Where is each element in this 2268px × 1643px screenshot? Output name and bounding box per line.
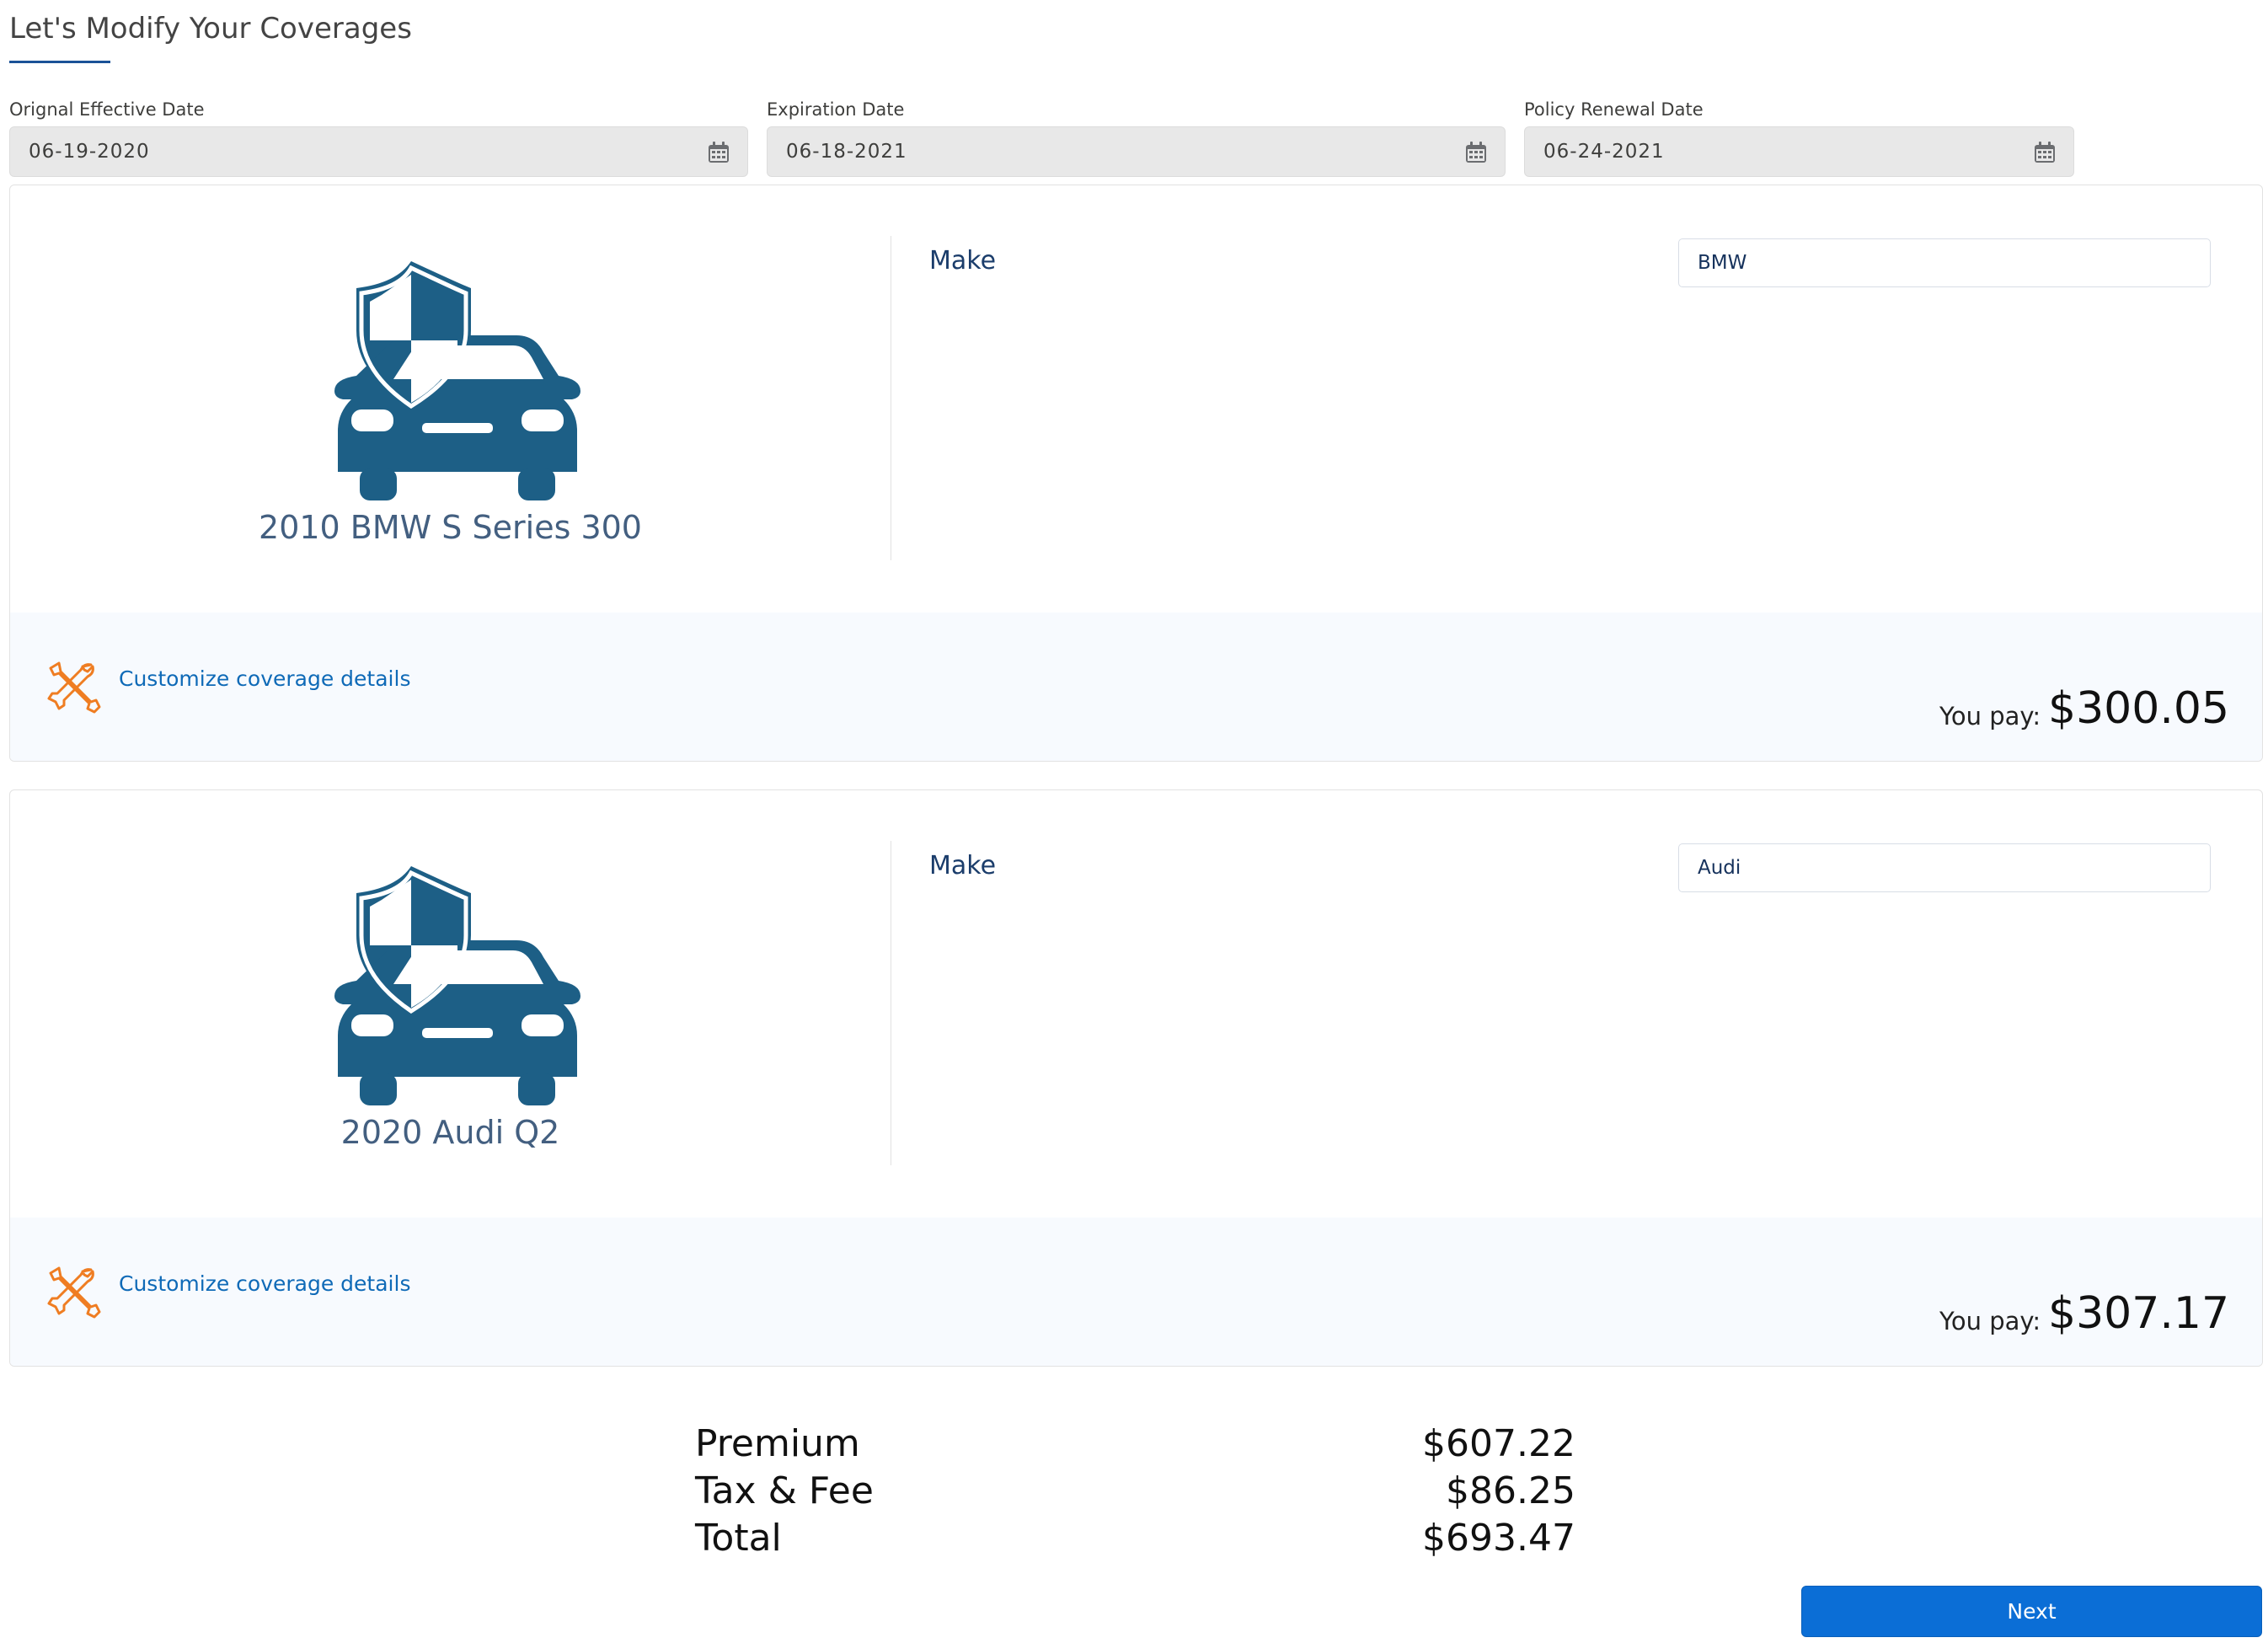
premium-value: $607.22 [1422,1422,1575,1465]
you-pay-label: You pay: [1939,702,2041,731]
original-effective-date-field: Orignal Effective Date 06-19-2020 [9,98,748,177]
expiration-date-value: 06-18-2021 [786,141,907,163]
you-pay-label: You pay: [1939,1307,2041,1335]
page-title: Let's Modify Your Coverages [9,12,412,45]
expiration-date-field: Expiration Date 06-18-2021 [767,98,1506,177]
calendar-icon[interactable] [1464,141,1488,164]
original-effective-date-label: Orignal Effective Date [9,99,205,120]
make-label: Make [929,246,997,276]
tools-icon [47,1266,101,1319]
make-input[interactable]: Audi [1678,843,2211,892]
calendar-icon[interactable] [2033,141,2057,164]
policy-renewal-date-field: Policy Renewal Date 06-24-2021 [1524,98,2074,177]
vehicle-card-footer: Customize coverage details You pay: $300… [10,613,2262,761]
expiration-date-input[interactable]: 06-18-2021 [767,126,1506,177]
you-pay-amount: $307.17 [2048,1288,2230,1339]
make-input[interactable]: BMW [1678,238,2211,287]
original-effective-date-input[interactable]: 06-19-2020 [9,126,748,177]
vehicle-name: 2020 Audi Q2 [340,1114,560,1151]
customize-coverage-link[interactable]: Customize coverage details [119,666,410,691]
vehicle-card-footer: Customize coverage details You pay: $307… [10,1218,2262,1366]
summary-total-row: Total $693.47 [695,1517,1575,1564]
total-label: Total [695,1517,782,1560]
vehicle-card-2: 2020 Audi Q2 Make Audi Customize coverag… [9,789,2263,1367]
policy-renewal-date-input[interactable]: 06-24-2021 [1524,126,2074,177]
calendar-icon[interactable] [707,141,730,164]
tax-fee-label: Tax & Fee [695,1469,874,1512]
vehicle-card-top: 2010 BMW S Series 300 Make BMW [10,185,2262,613]
vehicle-card-top: 2020 Audi Q2 Make Audi [10,790,2262,1218]
premium-label: Premium [695,1422,860,1465]
tools-icon [47,661,101,714]
original-effective-date-value: 06-19-2020 [29,141,150,163]
expiration-date-label: Expiration Date [767,99,905,120]
car-shield-icon [334,866,580,1105]
car-shield-icon [334,261,580,500]
summary-tax-row: Tax & Fee $86.25 [695,1469,1575,1517]
total-value: $693.47 [1422,1517,1575,1560]
customize-coverage-link[interactable]: Customize coverage details [119,1271,410,1296]
policy-renewal-date-label: Policy Renewal Date [1524,99,1704,120]
vehicle-card-1: 2010 BMW S Series 300 Make BMW Customize… [9,185,2263,762]
vehicle-name: 2010 BMW S Series 300 [259,509,642,546]
summary-premium-row: Premium $607.22 [695,1422,1575,1469]
title-underline [9,61,110,63]
make-label: Make [929,851,997,880]
tax-fee-value: $86.25 [1446,1469,1575,1512]
you-pay-amount: $300.05 [2048,683,2230,734]
policy-renewal-date-value: 06-24-2021 [1543,141,1665,163]
next-button[interactable]: Next [1801,1586,2262,1637]
